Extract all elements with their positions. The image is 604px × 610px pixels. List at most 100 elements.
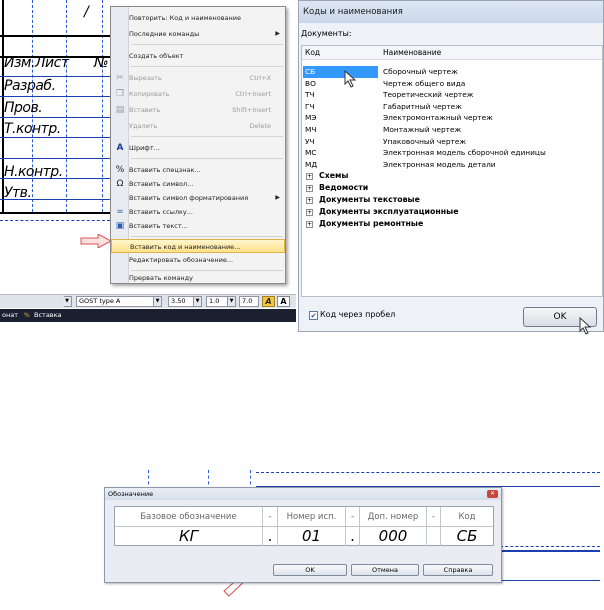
header-code: Код xyxy=(441,507,493,527)
documents-label: Документы: xyxy=(301,29,352,38)
menu-item-recent-commands[interactable]: Последние команды ▶ xyxy=(111,27,285,41)
menu-item-insert-link[interactable]: ∞ Вставить ссылку... xyxy=(111,205,285,219)
toolbar-dropdown[interactable]: ▼ xyxy=(63,296,72,307)
expand-plus-icon[interactable]: + xyxy=(306,197,313,204)
menu-item-font[interactable]: A Шрифт... xyxy=(111,141,285,155)
tree-group-schemes[interactable]: + Схемы xyxy=(306,170,348,182)
column-header-code[interactable]: Код xyxy=(305,46,320,60)
menu-item-insert-symbol[interactable]: Ω Вставить символ... xyxy=(111,177,285,191)
menu-item-insert-special-char[interactable]: % Вставить спецзнак... xyxy=(111,163,285,177)
header-variant-number: Номер исп. xyxy=(278,507,346,527)
tab-format[interactable]: онат xyxy=(2,309,18,322)
checkmark-icon[interactable]: ✔ xyxy=(309,311,318,320)
codes-names-dialog: Коды и наименования Документы: Код Наиме… xyxy=(298,0,604,335)
title-block-label-list: Лист xyxy=(35,55,69,71)
bottom-tab-bar: онат % Вставка xyxy=(0,309,296,322)
italic-button[interactable]: A xyxy=(262,296,275,307)
list-header: Код Наименование xyxy=(302,46,602,60)
separator-field[interactable]: . xyxy=(263,527,278,546)
list-item[interactable]: ГЧ Габаритный чертеж xyxy=(302,101,602,113)
title-block-label-tkontr: Т.контр. xyxy=(4,121,61,137)
variant-number-input[interactable]: 01 xyxy=(278,527,346,546)
codes-tree-list[interactable]: Код Наименование СБ Сборочный чертеж ВО Че… xyxy=(301,45,603,297)
designation-grid: Базовое обозначение - Номер исп. - Доп. … xyxy=(114,506,494,546)
expand-plus-icon[interactable]: + xyxy=(306,209,313,216)
text-format-toolbar: ▼ GOST type A ▼ 3.50 ▼ 1.0 ▼ 7.0 A A xyxy=(0,294,296,308)
font-icon: A xyxy=(116,143,124,153)
mouse-cursor-icon xyxy=(579,317,592,335)
font-size-select[interactable]: 3.50 ▼ xyxy=(168,296,202,307)
separator-field[interactable]: . xyxy=(346,527,360,546)
menu-item-insert-code-and-name[interactable]: Вставить код и наименование... xyxy=(111,239,285,253)
tab-insert[interactable]: % Вставка xyxy=(24,309,62,322)
bold-button[interactable]: A xyxy=(277,296,290,307)
scale-select[interactable]: 1.0 ▼ xyxy=(206,296,236,307)
close-icon[interactable]: ✕ xyxy=(487,490,498,498)
tree-group-repair-documents[interactable]: + Документы ремонтные xyxy=(306,218,423,230)
list-item[interactable]: МЧ Монтажный чертеж xyxy=(302,124,602,136)
title-block-label-razrab: Разраб. xyxy=(4,78,56,94)
spacing-input[interactable]: 7.0 xyxy=(239,296,259,307)
tree-group-lists[interactable]: + Ведомости xyxy=(306,182,368,194)
chevron-down-icon: ▼ xyxy=(227,297,235,306)
submenu-arrow-icon: ▶ xyxy=(275,30,280,37)
title-block-label-prov: Пров. xyxy=(4,100,43,116)
omega-icon: Ω xyxy=(116,179,124,189)
paste-icon: ▤ xyxy=(115,105,125,115)
column-header-name[interactable]: Наименование xyxy=(383,46,441,60)
menu-item-insert-format-symbol[interactable]: Вставить символ форматирования ▶ xyxy=(111,191,285,205)
help-button[interactable]: Справка xyxy=(423,564,493,576)
pointer-arrow-icon xyxy=(80,234,112,248)
font-select[interactable]: GOST type A ▼ xyxy=(76,296,162,307)
chevron-down-icon: ▼ xyxy=(63,297,71,306)
scissors-icon: ✂ xyxy=(116,73,124,83)
menu-item-edit-designation[interactable]: Редактировать обозначение... xyxy=(111,253,285,267)
context-menu: Повторить: Код и наименование Последние … xyxy=(110,6,286,284)
header-base-designation: Базовое обозначение xyxy=(115,507,263,527)
tree-group-operational-documents[interactable]: + Документы эксплуатационные xyxy=(306,206,458,218)
submenu-arrow-icon: ▶ xyxy=(275,194,280,201)
expand-plus-icon[interactable]: + xyxy=(306,221,313,228)
base-designation-input[interactable]: КГ xyxy=(115,527,263,546)
code-space-checkbox[interactable]: ✔ Код через пробел xyxy=(309,310,395,320)
ok-button[interactable]: OK xyxy=(273,564,347,576)
separator-field[interactable] xyxy=(427,527,441,546)
list-item[interactable]: УЧ Упаковочный чертеж xyxy=(302,136,602,148)
list-item[interactable]: МЭ Электромонтажный чертеж xyxy=(302,112,602,124)
header-separator: - xyxy=(427,507,441,527)
title-block-label-izm: Изм. xyxy=(4,55,35,71)
tree-group-text-documents[interactable]: + Документы текстовые xyxy=(306,194,420,206)
menu-item-repeat[interactable]: Повторить: Код и наименование xyxy=(111,11,285,25)
menu-item-paste[interactable]: ▤ Вставить Shift+Insert xyxy=(111,103,285,117)
menu-item-cut[interactable]: ✂ Вырезать Ctrl+X xyxy=(111,71,285,85)
header-separator: - xyxy=(346,507,360,527)
mouse-cursor-icon xyxy=(344,70,357,88)
extra-number-input[interactable]: 000 xyxy=(360,527,427,546)
title-block-label-nkontr: Н.контр. xyxy=(4,164,63,180)
dialog-title: Обозначение xyxy=(105,488,501,500)
dialog-title: Коды и наименования xyxy=(299,1,603,23)
list-item[interactable]: ТЧ Теоретический чертеж xyxy=(302,89,602,101)
link-icon: ∞ xyxy=(116,207,124,217)
chevron-down-icon: ▼ xyxy=(193,297,201,306)
title-block-label-utv: Утв. xyxy=(4,185,32,201)
copy-icon: ❐ xyxy=(115,89,125,99)
code-input[interactable]: СБ xyxy=(441,527,493,546)
menu-item-copy[interactable]: ❐ Копировать Ctrl+Insert xyxy=(111,87,285,101)
expand-plus-icon[interactable]: + xyxy=(306,173,313,180)
expand-plus-icon[interactable]: + xyxy=(306,185,313,192)
title-block-label-number: № xyxy=(94,55,109,71)
special-char-icon: % xyxy=(115,165,125,175)
list-item[interactable]: МД Электронная модель детали xyxy=(302,159,602,171)
menu-item-abort-command[interactable]: Прервать команду xyxy=(111,271,285,285)
header-separator: - xyxy=(263,507,278,527)
menu-item-delete[interactable]: Удалить Delete xyxy=(111,119,285,133)
insert-icon: % xyxy=(24,312,30,319)
header-extra-number: Доп. номер xyxy=(360,507,427,527)
list-item[interactable]: МС Электронная модель сборочной единицы xyxy=(302,147,602,159)
cancel-button[interactable]: Отмена xyxy=(351,564,419,576)
chevron-down-icon: ▼ xyxy=(153,297,161,306)
menu-item-insert-text[interactable]: ▣ Вставить текст... xyxy=(111,219,285,233)
text-icon: ▣ xyxy=(115,221,125,231)
menu-item-create-object[interactable]: Создать объект xyxy=(111,49,285,63)
